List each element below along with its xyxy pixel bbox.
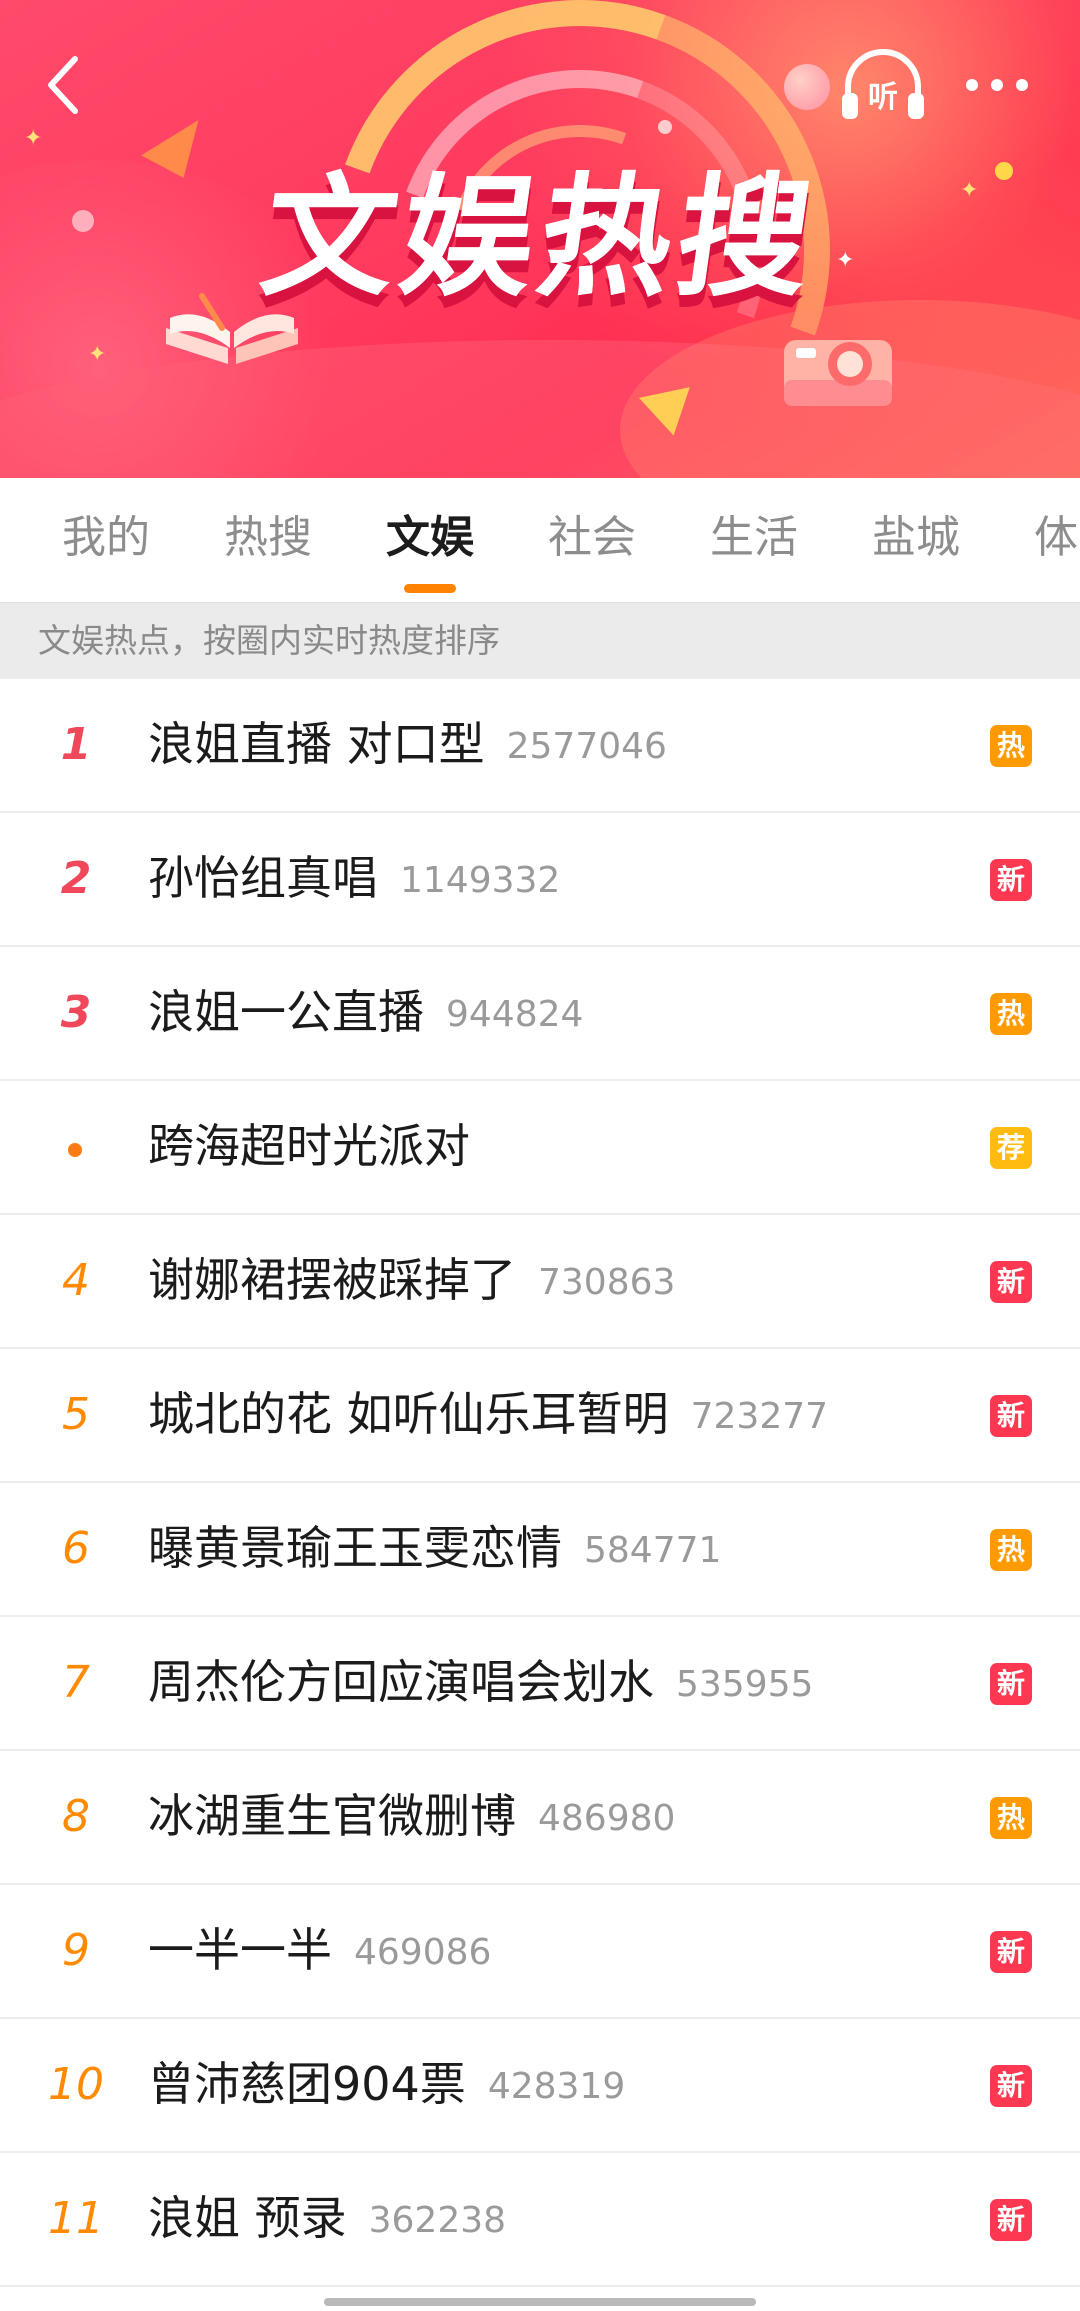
hint-strip: 文娱热点，按圈内实时热度排序 <box>0 602 1080 679</box>
topic-text: 周杰伦方回应演唱会划水 <box>148 1655 654 1709</box>
new-badge: 新 <box>990 859 1032 901</box>
heat-count: 535955 <box>676 1664 814 1705</box>
topic-text: 一半一半 <box>148 1923 332 1977</box>
new-badge: 新 <box>990 2199 1032 2241</box>
tab-hot-search[interactable]: 热搜 <box>224 516 312 560</box>
tab-sports[interactable]: 体 <box>1034 516 1078 560</box>
rank-number: 11 <box>48 2193 104 2244</box>
rank-number: 3 <box>60 987 92 1038</box>
topic-text: 浪姐 预录 <box>148 2191 347 2245</box>
hot-badge: 热 <box>990 1797 1032 1839</box>
rank-number: 10 <box>48 2059 104 2110</box>
sparkle-icon: ✦ <box>24 126 43 151</box>
topic-text: 谢娜裙摆被踩掉了 <box>148 1253 516 1307</box>
active-tab-indicator <box>404 584 456 593</box>
heat-count: 2577046 <box>506 726 667 767</box>
topic-title: 浪姐直播 对口型 2577046 <box>148 721 667 767</box>
tab-society[interactable]: 社会 <box>548 516 636 560</box>
topic-text: 冰湖重生官微删博 <box>148 1789 516 1843</box>
heat-count: 723277 <box>690 1396 829 1437</box>
home-indicator[interactable] <box>324 2298 756 2306</box>
rank-number: 6 <box>62 1523 90 1574</box>
list-item[interactable]: 7 周杰伦方回应演唱会划水 535955 新 <box>0 1617 1080 1751</box>
category-tabs: 我的 热搜 文娱 社会 生活 盐城 体 <box>0 478 1080 602</box>
more-button[interactable] <box>952 40 1042 130</box>
rank-number: 1 <box>60 719 92 770</box>
rank-number: 8 <box>62 1791 90 1842</box>
chevron-left-icon <box>48 56 78 114</box>
topic-text: 跨海超时光派对 <box>148 1119 470 1173</box>
topic-text: 浪姐直播 对口型 <box>148 717 485 771</box>
topic-title: 冰湖重生官微删博 486980 <box>148 1793 675 1839</box>
list-item[interactable]: 9 一半一半 469086 新 <box>0 1885 1080 2019</box>
list-item[interactable]: 6 曝黄景瑜王玉雯恋情 584771 热 <box>0 1483 1080 1617</box>
recommend-badge: 荐 <box>990 1127 1032 1169</box>
new-badge: 新 <box>990 1931 1032 1973</box>
promoted-dot <box>68 1143 82 1157</box>
topic-title: 孙怡组真唱 1149332 <box>148 855 560 901</box>
topic-text: 孙怡组真唱 <box>148 851 378 905</box>
header-banner: ✦ ✦ ✦ ✦ 文娱热搜 文娱热搜 听 <box>0 0 1080 478</box>
heat-count: 469086 <box>354 1932 492 1973</box>
topic-title: 浪姐 预录 362238 <box>148 2195 506 2241</box>
rank-number: 2 <box>60 853 92 904</box>
headphones-icon: 听 <box>842 49 924 119</box>
topic-text: 曾沛慈团904票 <box>148 2057 466 2111</box>
tab-entertainment[interactable]: 文娱 <box>386 516 474 560</box>
topic-title: 曾沛慈团904票 428319 <box>148 2061 625 2107</box>
topic-text: 浪姐一公直播 <box>148 985 424 1039</box>
back-button[interactable] <box>18 40 108 130</box>
hot-badge: 热 <box>990 1529 1032 1571</box>
new-badge: 新 <box>990 1261 1032 1303</box>
hot-badge: 热 <box>990 993 1032 1035</box>
heat-count: 362238 <box>368 2200 507 2241</box>
heat-count: 486980 <box>538 1798 676 1839</box>
listen-label: 听 <box>868 80 898 115</box>
topic-title: 曝黄景瑜王玉雯恋情 584771 <box>148 1525 721 1571</box>
topic-title: 周杰伦方回应演唱会划水 535955 <box>148 1659 813 1705</box>
list-item-promoted[interactable]: 跨海超时光派对 荐 <box>0 1081 1080 1215</box>
list-item[interactable]: 3 浪姐一公直播 944824 热 <box>0 947 1080 1081</box>
heat-count: 944824 <box>446 994 584 1035</box>
listen-button[interactable]: 听 <box>838 40 928 130</box>
more-dots-icon <box>966 79 1028 91</box>
list-item[interactable]: 4 谢娜裙摆被踩掉了 730863 新 <box>0 1215 1080 1349</box>
sparkle-icon: ✦ <box>88 342 107 367</box>
list-item[interactable]: 1 浪姐直播 对口型 2577046 热 <box>0 679 1080 813</box>
hint-text: 文娱热点，按圈内实时热度排序 <box>38 621 500 660</box>
list-item[interactable]: 5 城北的花 如听仙乐耳暂明 723277 新 <box>0 1349 1080 1483</box>
list-item[interactable]: 2 孙怡组真唱 1149332 新 <box>0 813 1080 947</box>
heat-count: 1149332 <box>400 860 561 901</box>
topic-title: 浪姐一公直播 944824 <box>148 989 583 1035</box>
heat-count: 428319 <box>487 2066 626 2107</box>
topic-title: 城北的花 如听仙乐耳暂明 723277 <box>148 1391 828 1437</box>
tab-mine[interactable]: 我的 <box>62 516 150 560</box>
hot-badge: 热 <box>990 725 1032 767</box>
rank-number: 7 <box>62 1657 90 1708</box>
list-item[interactable]: 8 冰湖重生官微删博 486980 热 <box>0 1751 1080 1885</box>
topic-text: 城北的花 如听仙乐耳暂明 <box>148 1387 669 1441</box>
dot-decoration <box>658 120 672 134</box>
list-item[interactable]: 10 曾沛慈团904票 428319 新 <box>0 2019 1080 2153</box>
tab-yancheng[interactable]: 盐城 <box>872 516 960 560</box>
topic-title: 一半一半 469086 <box>148 1927 491 1973</box>
planet-decoration <box>784 64 830 110</box>
list-item[interactable]: 11 浪姐 预录 362238 新 <box>0 2153 1080 2287</box>
new-badge: 新 <box>990 1395 1032 1437</box>
topic-text: 曝黄景瑜王玉雯恋情 <box>148 1521 562 1575</box>
rank-number: 4 <box>62 1255 90 1306</box>
heat-count: 584771 <box>584 1530 722 1571</box>
topic-title: 谢娜裙摆被踩掉了 730863 <box>148 1257 675 1303</box>
rank-number: 9 <box>62 1925 90 1976</box>
hot-search-list: 1 浪姐直播 对口型 2577046 热 2 孙怡组真唱 1149332 新 3 浪… <box>0 679 1080 2287</box>
heat-count: 730863 <box>538 1262 676 1303</box>
new-badge: 新 <box>990 2065 1032 2107</box>
tab-life[interactable]: 生活 <box>710 516 798 560</box>
banner-title: 文娱热搜 <box>253 161 827 315</box>
topic-title: 跨海超时光派对 <box>148 1123 470 1169</box>
rank-number: 5 <box>62 1389 90 1440</box>
camera-illustration <box>784 340 892 406</box>
new-badge: 新 <box>990 1663 1032 1705</box>
